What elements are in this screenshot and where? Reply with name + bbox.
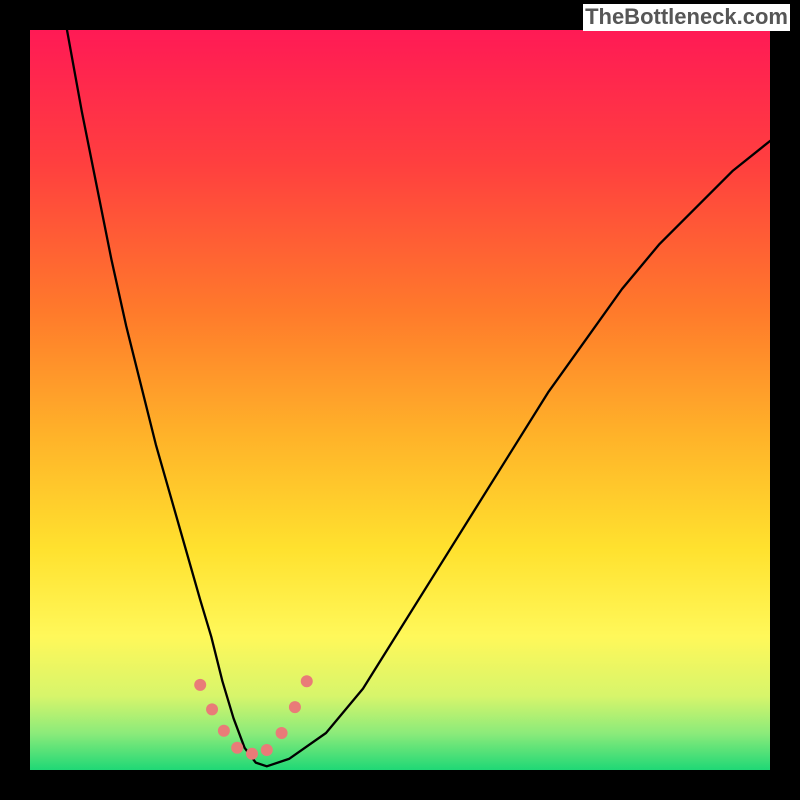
data-marker <box>194 679 206 691</box>
chart-frame: TheBottleneck.com <box>0 0 800 800</box>
data-marker <box>276 727 288 739</box>
data-marker <box>261 744 273 756</box>
plot-svg <box>30 30 770 770</box>
data-marker <box>218 725 230 737</box>
data-marker <box>289 701 301 713</box>
watermark-text: TheBottleneck.com <box>583 4 790 31</box>
data-marker <box>301 675 313 687</box>
plot-area <box>30 30 770 770</box>
data-marker <box>231 742 243 754</box>
data-marker <box>206 703 218 715</box>
data-marker <box>246 748 258 760</box>
gradient-background <box>30 30 770 770</box>
